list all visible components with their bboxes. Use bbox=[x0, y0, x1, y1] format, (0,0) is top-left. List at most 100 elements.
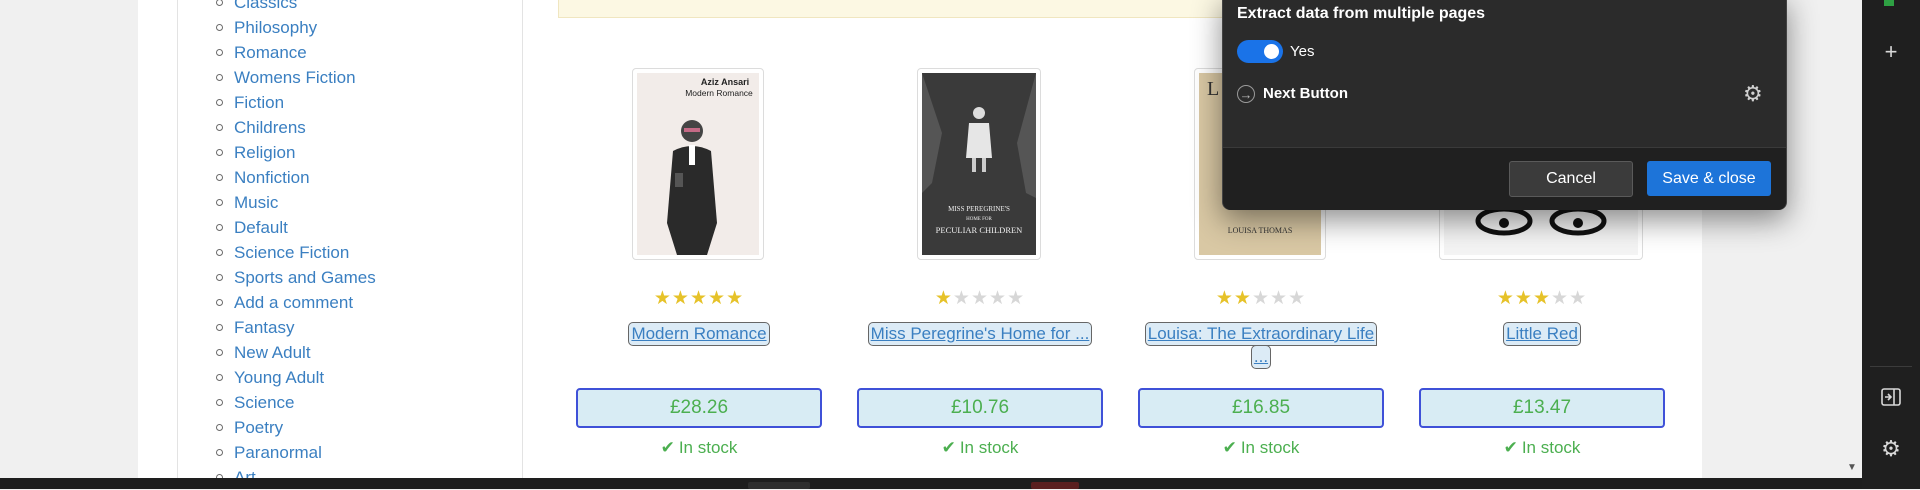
product-price: £10.76 bbox=[857, 388, 1103, 428]
star-icon: ★ bbox=[1496, 288, 1515, 309]
product-card: MISS PEREGRINE'S HOME FOR PECULIAR CHILD… bbox=[855, 68, 1105, 478]
cancel-button[interactable]: Cancel bbox=[1509, 161, 1633, 197]
divider bbox=[1870, 366, 1912, 367]
category-link[interactable]: Childrens bbox=[234, 115, 306, 140]
panel-icon-graphic bbox=[1881, 388, 1901, 406]
svg-text:L: L bbox=[1207, 78, 1219, 100]
next-button-setting[interactable]: Next Button bbox=[1263, 85, 1348, 102]
book-cover-image: MISS PEREGRINE'S HOME FOR PECULIAR CHILD… bbox=[922, 73, 1036, 255]
stock-status: ✔ In stock bbox=[574, 438, 824, 458]
product-price: £13.47 bbox=[1419, 388, 1665, 428]
product-title: Modern Romance bbox=[574, 322, 824, 346]
star-icon: ★ bbox=[934, 288, 953, 309]
star-icon: ★ bbox=[952, 288, 971, 309]
category-link[interactable]: Add a comment bbox=[234, 290, 353, 315]
star-icon: ★ bbox=[1270, 288, 1289, 309]
category-link[interactable]: Science Fiction bbox=[234, 240, 349, 265]
category-link[interactable]: Romance bbox=[234, 40, 307, 65]
star-icon: ★ bbox=[689, 288, 709, 309]
product-title: Little Red bbox=[1417, 322, 1667, 346]
star-icon: ★ bbox=[1007, 288, 1026, 309]
stock-status: ✔ In stock bbox=[855, 438, 1105, 458]
star-rating: ★★★★★ bbox=[1136, 287, 1386, 310]
product-card: Aziz Ansari Modern Romance ★★★★★ Modern … bbox=[574, 68, 824, 478]
category-link[interactable]: Paranormal bbox=[234, 440, 322, 465]
category-link[interactable]: Fiction bbox=[234, 90, 284, 115]
star-rating: ★★★★★ bbox=[1417, 287, 1667, 310]
product-title-link[interactable]: Modern Romance bbox=[628, 322, 770, 346]
taskbar-item[interactable] bbox=[1031, 482, 1079, 489]
star-icon: ★ bbox=[1532, 288, 1552, 309]
star-icon: ★ bbox=[671, 288, 690, 309]
star-icon: ★ bbox=[1288, 288, 1307, 309]
cover-title: MISS PEREGRINE'S bbox=[948, 205, 1010, 213]
category-link[interactable]: Classics bbox=[234, 0, 297, 15]
category-link[interactable]: Nonfiction bbox=[234, 165, 310, 190]
multi-page-toggle[interactable] bbox=[1237, 40, 1283, 63]
cover-title: HOME FOR bbox=[966, 217, 992, 222]
stock-status: ✔ In stock bbox=[1136, 438, 1386, 458]
taskbar bbox=[0, 478, 1862, 489]
gear-icon[interactable]: ⚙ bbox=[1743, 81, 1763, 107]
cover-title: Modern Romance bbox=[685, 88, 753, 98]
product-title-line: Louisa: The Extraordinary Life bbox=[1147, 324, 1375, 343]
category-link[interactable]: Womens Fiction bbox=[234, 65, 356, 90]
stock-label: In stock bbox=[959, 438, 1019, 457]
cover-author: Aziz Ansari bbox=[701, 77, 749, 87]
toggle-label: Yes bbox=[1290, 43, 1315, 60]
star-icon: ★ bbox=[1251, 288, 1271, 309]
book-cover-link[interactable]: MISS PEREGRINE'S HOME FOR PECULIAR CHILD… bbox=[917, 68, 1041, 260]
star-icon: ★ bbox=[1514, 288, 1533, 309]
category-link[interactable]: Religion bbox=[234, 140, 295, 165]
product-title: Miss Peregrine's Home for ... bbox=[855, 322, 1105, 346]
save-close-button[interactable]: Save & close bbox=[1647, 161, 1771, 196]
cover-author: LOUISA THOMAS bbox=[1228, 226, 1293, 235]
plus-icon[interactable]: + bbox=[1862, 32, 1920, 72]
check-icon: ✔ bbox=[1222, 438, 1237, 457]
star-icon: ★ bbox=[970, 288, 990, 309]
dialog-footer: Cancel Save & close bbox=[1223, 147, 1786, 210]
category-link[interactable]: Sports and Games bbox=[234, 265, 376, 290]
cover-title: PECULIAR CHILDREN bbox=[936, 225, 1023, 235]
category-link[interactable]: New Adult bbox=[234, 340, 311, 365]
gear-icon[interactable]: ⚙ bbox=[1862, 429, 1920, 469]
star-icon: ★ bbox=[726, 288, 745, 309]
status-indicator bbox=[1884, 0, 1894, 6]
stock-label: In stock bbox=[678, 438, 738, 457]
stock-label: In stock bbox=[1521, 438, 1581, 457]
star-icon: ★ bbox=[1233, 288, 1252, 309]
product-title-link-continued[interactable]: ... bbox=[1250, 345, 1272, 369]
book-cover-image: Aziz Ansari Modern Romance bbox=[637, 73, 759, 255]
category-link[interactable]: Poetry bbox=[234, 415, 283, 440]
category-link[interactable]: Fantasy bbox=[234, 315, 294, 340]
stock-label: In stock bbox=[1240, 438, 1300, 457]
star-icon: ★ bbox=[989, 288, 1008, 309]
arrow-circle-icon: → bbox=[1237, 85, 1255, 103]
product-title-link[interactable]: Louisa: The Extraordinary Life bbox=[1144, 322, 1378, 346]
star-icon: ★ bbox=[1215, 288, 1234, 309]
check-icon: ✔ bbox=[941, 438, 956, 457]
category-link[interactable]: Philosophy bbox=[234, 15, 317, 40]
panel-icon[interactable] bbox=[1862, 377, 1920, 417]
product-title: Louisa: The Extraordinary Life ... bbox=[1136, 322, 1386, 369]
category-link[interactable]: Science bbox=[234, 390, 294, 415]
category-sidebar: Classics Philosophy Romance Womens Ficti… bbox=[177, 0, 523, 487]
star-icon: ★ bbox=[653, 288, 672, 309]
product-title-link[interactable]: Miss Peregrine's Home for ... bbox=[867, 322, 1093, 346]
star-icon: ★ bbox=[1551, 288, 1570, 309]
product-title-link[interactable]: Little Red bbox=[1503, 322, 1581, 346]
scroll-down-arrow[interactable]: ▼ bbox=[1847, 462, 1857, 473]
star-rating: ★★★★★ bbox=[574, 287, 824, 310]
taskbar-item[interactable] bbox=[748, 482, 810, 489]
dialog-heading: Extract data from multiple pages bbox=[1237, 5, 1486, 22]
category-link[interactable]: Music bbox=[234, 190, 278, 215]
category-link[interactable]: Default bbox=[234, 215, 288, 240]
browser-side-panel: + ⚙ bbox=[1862, 0, 1920, 489]
star-icon: ★ bbox=[1569, 288, 1588, 309]
star-icon: ★ bbox=[708, 288, 727, 309]
category-link[interactable]: Young Adult bbox=[234, 365, 324, 390]
check-icon: ✔ bbox=[1503, 438, 1518, 457]
extract-settings-dialog: Extract data from multiple pages Yes → N… bbox=[1222, 0, 1787, 210]
stock-status: ✔ In stock bbox=[1417, 438, 1667, 458]
book-cover-link[interactable]: Aziz Ansari Modern Romance bbox=[632, 68, 764, 260]
